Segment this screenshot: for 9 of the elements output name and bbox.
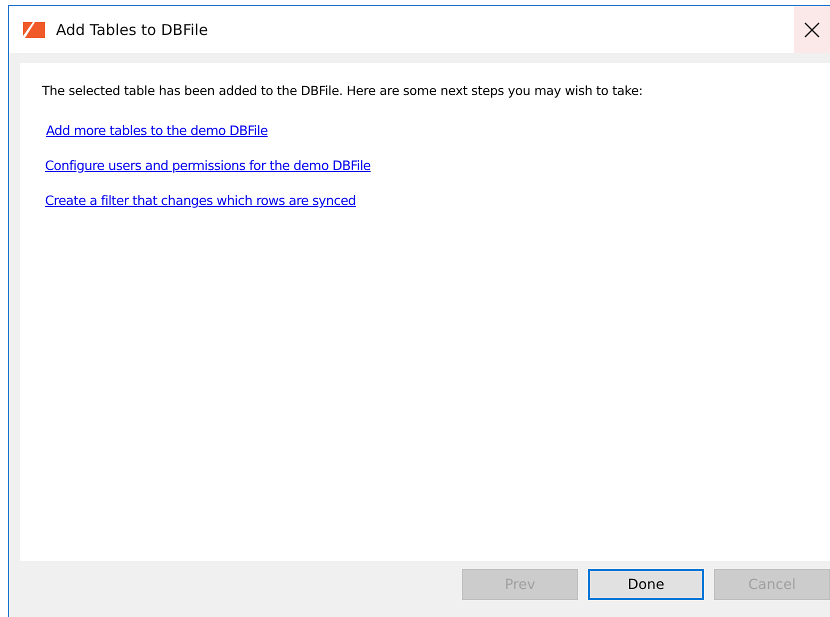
step-link[interactable]: Configure users and permissions for the demo DBFile — [45, 159, 371, 174]
step-link[interactable]: Create a filter that changes which rows are synced — [45, 194, 356, 209]
step-link[interactable]: Add more tables to the demo DBFile — [46, 124, 268, 139]
close-button[interactable] — [794, 6, 830, 53]
close-icon — [804, 22, 820, 38]
app-logo-icon — [23, 22, 45, 38]
message-text: The selected table has been added to the DBFile. Here are some next steps you may wish to take: — [42, 83, 643, 98]
dialog-button[interactable]: Done — [588, 569, 704, 600]
window-title: Add Tables to DBFile — [56, 20, 209, 38]
